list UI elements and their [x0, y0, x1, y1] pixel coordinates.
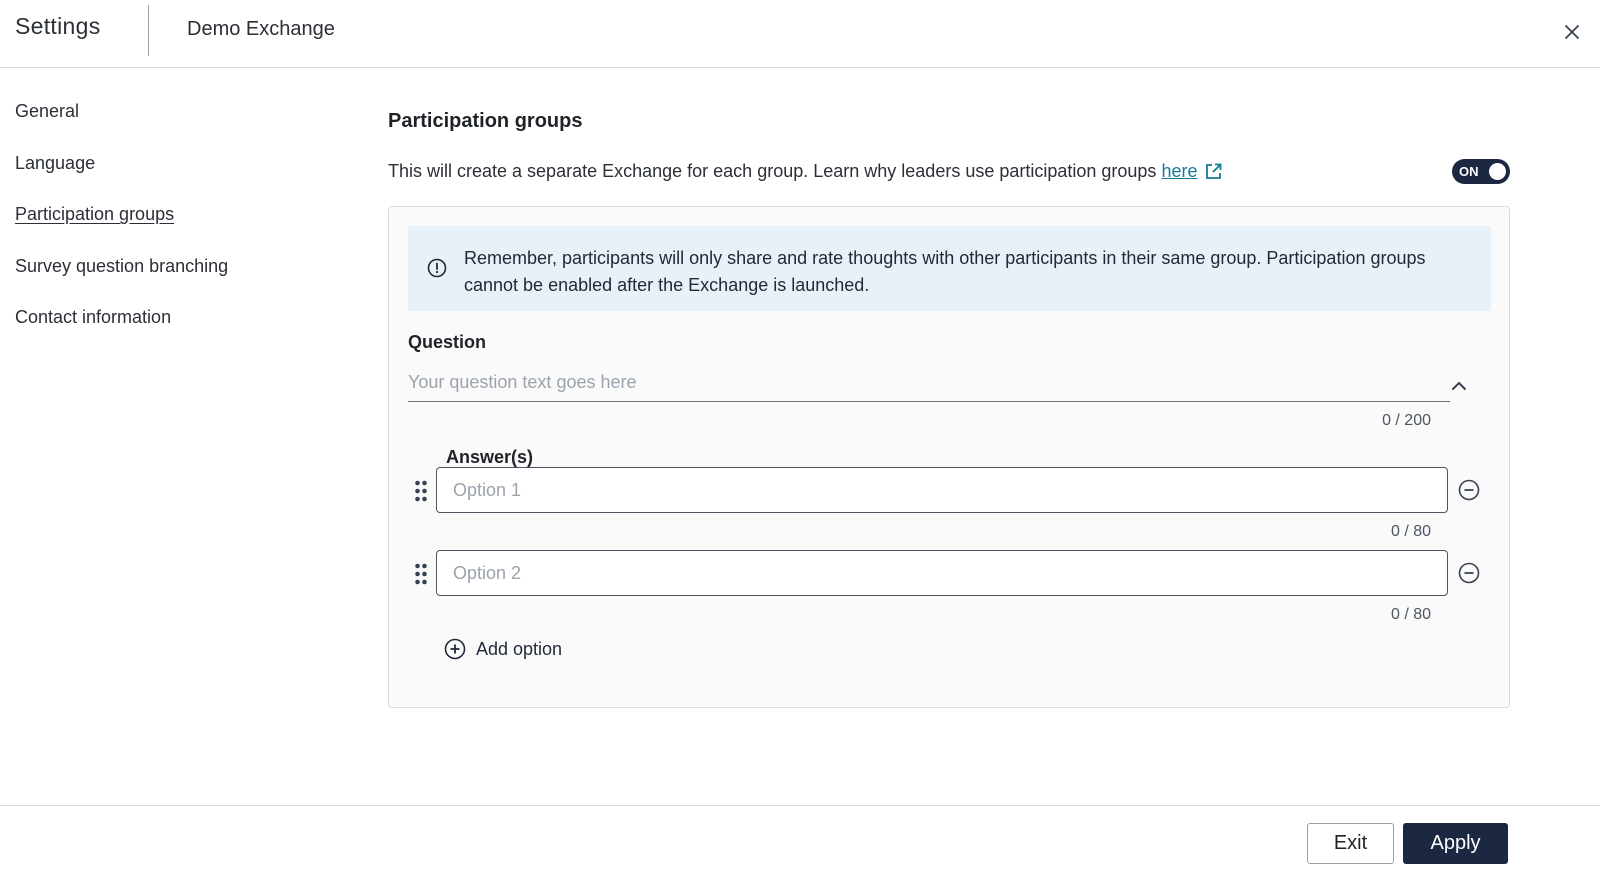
remove-option-2-button[interactable]	[1458, 562, 1480, 584]
question-label: Question	[408, 332, 487, 352]
toggle-knob	[1489, 163, 1506, 180]
minus-circle-icon	[1458, 479, 1480, 501]
close-icon	[1565, 25, 1579, 39]
learn-more-link[interactable]: here	[1161, 161, 1197, 182]
toggle-label: ON	[1459, 164, 1479, 179]
external-link-icon[interactable]	[1205, 163, 1222, 180]
alert-text: Remember, participants will only share a…	[464, 248, 1426, 295]
main-content: Participation groups This will create a …	[388, 110, 1510, 708]
sidebar-item-general[interactable]: General	[15, 96, 315, 148]
remove-option-1-button[interactable]	[1458, 479, 1480, 501]
add-option-button[interactable]: Add option	[444, 637, 562, 661]
plus-circle-icon	[444, 638, 466, 660]
description-text: This will create a separate Exchange for…	[388, 160, 1157, 181]
section-title: Participation groups	[388, 110, 583, 132]
sidebar-nav: General Language Participation groups Su…	[15, 96, 315, 354]
sidebar-item-survey-question-branching[interactable]: Survey question branching	[15, 251, 315, 303]
question-card: Remember, participants will only share a…	[388, 206, 1510, 708]
description-row: This will create a separate Exchange for…	[388, 156, 1510, 186]
question-field	[408, 363, 1450, 402]
answers-label: Answer(s)	[446, 447, 534, 467]
minus-circle-icon	[1458, 562, 1480, 584]
info-icon	[427, 258, 447, 283]
participation-groups-toggle[interactable]: ON	[1452, 159, 1510, 184]
option-2-input[interactable]	[436, 550, 1448, 596]
question-input[interactable]	[408, 363, 1450, 401]
collapse-button[interactable]	[1449, 377, 1469, 393]
sidebar-item-language[interactable]: Language	[15, 148, 315, 200]
sidebar-item-participation-groups[interactable]: Participation groups	[15, 199, 315, 251]
option-2-counter: 0 / 80	[1390, 606, 1431, 623]
question-counter: 0 / 200	[1382, 412, 1431, 429]
drag-handle-icon[interactable]	[414, 480, 428, 502]
exchange-name: Demo Exchange	[187, 18, 335, 40]
option-1-input[interactable]	[436, 467, 1448, 513]
page-title: Settings	[15, 13, 101, 39]
add-option-label: Add option	[476, 638, 563, 659]
header: Settings Demo Exchange	[0, 0, 1600, 68]
footer: Exit Apply	[0, 805, 1600, 875]
sidebar-item-contact-information[interactable]: Contact information	[15, 302, 315, 354]
close-button[interactable]	[1560, 20, 1584, 44]
option-1-counter: 0 / 80	[1390, 523, 1431, 540]
drag-handle-icon[interactable]	[414, 563, 428, 585]
info-alert: Remember, participants will only share a…	[408, 226, 1491, 311]
exit-button[interactable]: Exit	[1307, 823, 1394, 864]
chevron-up-icon	[1452, 381, 1466, 390]
header-divider	[148, 5, 149, 56]
settings-dialog: Settings Demo Exchange General Language …	[0, 0, 1600, 875]
apply-button[interactable]: Apply	[1403, 823, 1508, 864]
